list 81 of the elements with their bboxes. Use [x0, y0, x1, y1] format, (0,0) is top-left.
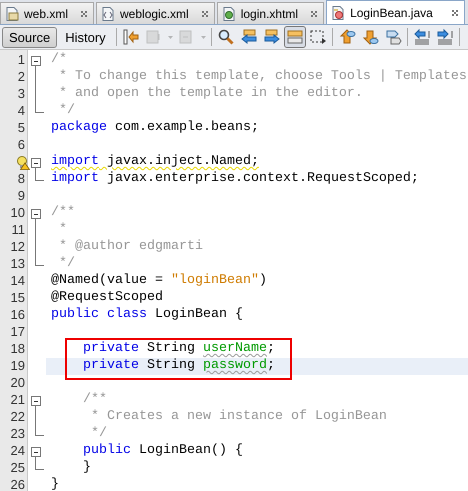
file-icon — [100, 6, 116, 22]
down-arrow-icon — [360, 28, 379, 46]
code-line: } — [51, 477, 59, 491]
selection-icon — [308, 28, 327, 46]
file-icon — [4, 6, 20, 22]
file-tab[interactable]: LoginBean.java — [326, 0, 465, 24]
file-icon — [220, 6, 237, 22]
code-line: * — [58, 222, 67, 237]
file-tab[interactable]: weblogic.xml — [96, 2, 215, 24]
code-line: import javax.enterprise.context.RequestScoped; — [51, 171, 419, 186]
code-line: */ — [58, 103, 75, 118]
line-number: 18 — [10, 341, 25, 356]
code-line: * and open the template in the editor. — [58, 86, 363, 101]
line-number: 13 — [10, 256, 25, 271]
shift-right-icon — [436, 28, 454, 46]
line-number: 3 — [18, 86, 25, 101]
code-line: public class LoginBean { — [51, 307, 243, 322]
line-number: 15 — [10, 290, 25, 305]
line-number: 4 — [18, 103, 25, 118]
code-line: } — [82, 460, 91, 475]
line-number: 25 — [10, 460, 25, 475]
line-number: 20 — [10, 375, 25, 390]
line-number: 21 — [10, 392, 25, 407]
line-number: 2 — [18, 69, 25, 84]
line-number: 5 — [18, 120, 25, 135]
file-icon — [330, 4, 346, 20]
code-line: /* — [51, 52, 67, 67]
code-line: * Creates a new instance of LoginBean — [90, 409, 387, 424]
fold-toggle[interactable] — [31, 447, 41, 457]
line-number: 23 — [10, 426, 25, 441]
search-icon — [216, 28, 235, 46]
left-arrow-icon — [240, 28, 258, 46]
line-number: 12 — [10, 239, 25, 254]
shift-left-icon — [412, 28, 431, 46]
view-button[interactable]: Source — [2, 26, 58, 48]
up-arrow-icon — [338, 28, 356, 46]
code-line: private String userName; — [82, 341, 275, 356]
close-icon[interactable] — [310, 10, 318, 18]
code-line: */ — [90, 426, 107, 441]
fold-toggle[interactable] — [31, 158, 41, 168]
close-icon[interactable] — [450, 8, 459, 16]
code-line: * @author edgmarti — [58, 239, 203, 254]
fold-toggle[interactable] — [31, 56, 41, 66]
code-line: /** — [82, 392, 107, 407]
line-number: 11 — [12, 222, 25, 237]
bookmark-icon — [384, 28, 402, 46]
line-number: 14 — [10, 273, 25, 288]
code-line: package com.example.beans; — [51, 120, 259, 135]
close-icon[interactable] — [200, 10, 209, 18]
code-line: * To change this template, choose Tools | Templates — [58, 69, 467, 84]
code-line: import javax.inject.Named; — [51, 154, 259, 169]
toolbar-button[interactable] — [284, 26, 306, 48]
code-line: public LoginBean() { — [82, 443, 243, 458]
code-line: private String password; — [82, 358, 275, 373]
highlight-icon — [286, 28, 304, 46]
line-number: 1 — [18, 52, 25, 67]
close-icon[interactable] — [80, 10, 88, 18]
right-arrow-icon — [262, 28, 281, 46]
fold-toggle[interactable] — [31, 209, 41, 219]
line-number: 9 — [18, 188, 25, 203]
dropdown-icon — [200, 36, 206, 38]
line-number: 10 — [10, 205, 25, 220]
line-number: 17 — [10, 324, 25, 339]
last-edit-icon — [122, 28, 140, 46]
lightbulb-warning-icon[interactable] — [16, 155, 30, 170]
line-number: 6 — [18, 137, 25, 152]
line-number: 16 — [10, 307, 25, 322]
view-button[interactable]: History — [58, 26, 113, 48]
code-line: @Named(value = "loginBean") — [51, 273, 267, 288]
line-number: 8 — [18, 171, 25, 186]
fold-toggle[interactable] — [31, 396, 41, 406]
line-number: 24 — [10, 443, 25, 458]
file-tab[interactable]: web.xml — [0, 2, 94, 24]
line-number: 26 — [10, 477, 25, 491]
line-number: 22 — [10, 409, 25, 424]
code-line: @RequestScoped — [51, 290, 163, 305]
code-line: */ — [58, 256, 75, 271]
code-line: /** — [51, 205, 75, 220]
line-number: 19 — [10, 358, 25, 373]
dropdown-icon — [168, 36, 173, 38]
file-tab[interactable]: login.xhtml — [216, 2, 324, 24]
